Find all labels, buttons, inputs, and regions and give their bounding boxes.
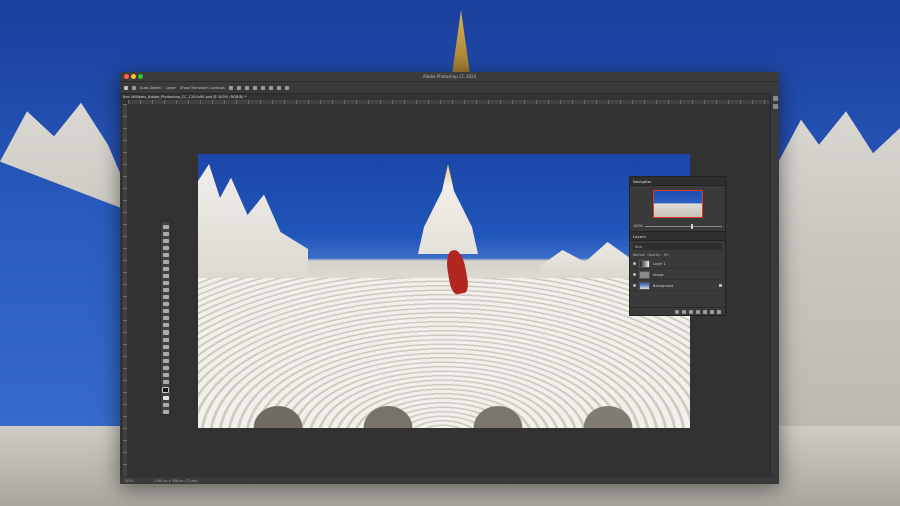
- layer-name: Layer 1: [653, 261, 666, 266]
- align-center-icon[interactable]: [236, 85, 241, 90]
- screen-mode-icon[interactable]: [162, 409, 169, 414]
- path-select-tool-icon[interactable]: [162, 351, 169, 356]
- panel-dock-strip: [770, 93, 779, 476]
- background-color-swatch[interactable]: [162, 395, 169, 400]
- delete-layer-icon[interactable]: [717, 309, 721, 314]
- panel-toggle-icon[interactable]: [772, 104, 778, 109]
- canvas-stupa: [418, 164, 478, 254]
- vertical-ruler[interactable]: [123, 104, 127, 476]
- layer-options-row: Normal Opacity: Fill:: [633, 252, 722, 258]
- navigator-zoom-value[interactable]: 100%: [633, 224, 643, 228]
- add-mask-icon[interactable]: [689, 309, 693, 314]
- layer-row[interactable]: Layer 1: [633, 259, 722, 269]
- layers-panel-footer: [630, 307, 725, 315]
- layer-filter-row: Kind: [633, 243, 722, 250]
- lasso-tool-icon[interactable]: [162, 246, 169, 251]
- opacity-label: Opacity:: [647, 253, 661, 257]
- layer-thumbnail: [639, 281, 650, 290]
- status-doc-info: 1200 px x 506 px (72 ppi): [153, 478, 198, 483]
- frame-tool-icon[interactable]: [162, 267, 169, 272]
- status-zoom[interactable]: 100%: [124, 479, 134, 483]
- home-icon[interactable]: [124, 85, 128, 90]
- layer-thumbnail: [639, 270, 650, 279]
- align-left-icon[interactable]: [228, 85, 233, 90]
- blend-mode-select[interactable]: Normal: [633, 253, 645, 257]
- filter-kind-select[interactable]: Kind: [635, 245, 642, 249]
- move-tool-icon[interactable]: [162, 225, 169, 230]
- link-layers-icon[interactable]: [675, 309, 679, 314]
- healing-brush-tool-icon[interactable]: [162, 281, 169, 286]
- hand-tool-icon[interactable]: [162, 365, 169, 370]
- dodge-tool-icon[interactable]: [162, 330, 169, 335]
- layer-name: Image: [653, 272, 664, 277]
- shape-tool-icon[interactable]: [162, 358, 169, 363]
- marquee-tool-icon[interactable]: [162, 239, 169, 244]
- align-right-icon[interactable]: [244, 85, 249, 90]
- move-tool-icon[interactable]: [132, 85, 136, 90]
- new-group-icon[interactable]: [703, 309, 707, 314]
- adjustment-layer-icon[interactable]: [696, 309, 700, 314]
- type-tool-icon[interactable]: [162, 344, 169, 349]
- fill-label: Fill:: [663, 253, 669, 257]
- crop-tool-icon[interactable]: [162, 260, 169, 265]
- tools-panel: [160, 221, 171, 415]
- foreground-color-swatch[interactable]: [162, 386, 169, 393]
- navigator-zoom-row: 100%: [633, 223, 722, 229]
- zoom-tool-icon[interactable]: [162, 372, 169, 377]
- eye-icon[interactable]: [633, 273, 636, 276]
- distribute-icon[interactable]: [276, 85, 281, 90]
- title-bar: Adobe Photoshop CC 2020: [120, 72, 779, 82]
- quick-mask-icon[interactable]: [162, 402, 169, 407]
- layer-thumbnail: [639, 259, 650, 268]
- align-bottom-icon[interactable]: [268, 85, 273, 90]
- layer-row[interactable]: Image: [633, 270, 722, 280]
- edit-toolbar-icon[interactable]: [162, 379, 169, 384]
- layer-name: Background: [653, 283, 674, 288]
- zoom-slider-handle[interactable]: [691, 223, 694, 229]
- zoom-slider[interactable]: [644, 223, 722, 229]
- 3d-mode-icon[interactable]: [284, 85, 289, 90]
- lock-icon[interactable]: [719, 284, 722, 287]
- layer-style-icon[interactable]: [682, 309, 686, 314]
- layers-panel: Layers Kind Normal Opacity: Fill: Layer …: [629, 231, 726, 316]
- auto-select-label: Auto-Select:: [140, 85, 163, 90]
- tab-layers[interactable]: Layers: [633, 234, 646, 239]
- canvas-arches: [198, 278, 690, 428]
- layers-panel-header: Layers: [630, 232, 725, 241]
- app-title: Adobe Photoshop CC 2020: [422, 74, 477, 79]
- expand-panels-icon[interactable]: [772, 96, 778, 101]
- new-layer-icon[interactable]: [710, 309, 714, 314]
- quick-select-tool-icon[interactable]: [162, 253, 169, 258]
- eye-icon[interactable]: [633, 262, 636, 265]
- clone-stamp-tool-icon[interactable]: [162, 295, 169, 300]
- document-tab[interactable]: Ben Williams_Adobe_Photoshop_CC_1200x90.…: [123, 93, 246, 100]
- tab-navigator[interactable]: Navigator: [633, 179, 652, 184]
- eraser-tool-icon[interactable]: [162, 309, 169, 314]
- navigator-panel: Navigator 100%: [629, 176, 726, 232]
- horizontal-ruler[interactable]: [128, 100, 769, 104]
- eyedropper-tool-icon[interactable]: [162, 274, 169, 279]
- show-transform-controls-checkbox[interactable]: Show Transform Controls: [180, 86, 225, 90]
- blur-tool-icon[interactable]: [162, 323, 169, 328]
- document-canvas[interactable]: [198, 154, 690, 428]
- align-top-icon[interactable]: [252, 85, 257, 90]
- document-tab-label: Ben Williams_Adobe_Photoshop_CC_1200x90.…: [123, 94, 247, 99]
- pen-tool-icon[interactable]: [162, 337, 169, 342]
- navigator-thumbnail[interactable]: [653, 190, 703, 218]
- history-brush-tool-icon[interactable]: [162, 302, 169, 307]
- eye-icon[interactable]: [633, 284, 636, 287]
- gradient-tool-icon[interactable]: [162, 316, 169, 321]
- layer-row[interactable]: Background: [633, 281, 722, 291]
- status-bar: 100% 1200 px x 506 px (72 ppi): [120, 477, 779, 484]
- brush-tool-icon[interactable]: [162, 288, 169, 293]
- align-middle-icon[interactable]: [260, 85, 265, 90]
- artboard-tool-icon[interactable]: [162, 232, 169, 237]
- auto-select-target[interactable]: Layer: [166, 86, 176, 90]
- navigator-panel-header: Navigator: [630, 177, 725, 186]
